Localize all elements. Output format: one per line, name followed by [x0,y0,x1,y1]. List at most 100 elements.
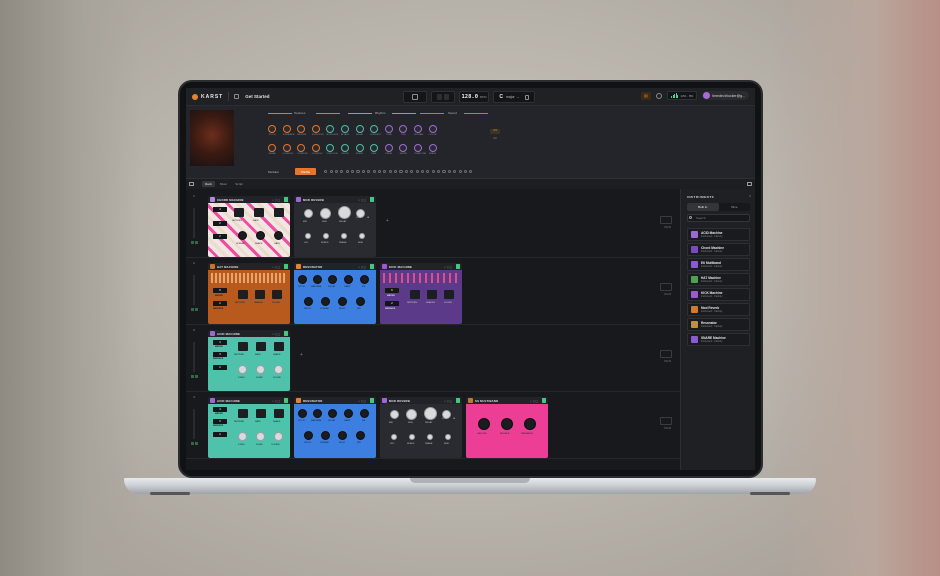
knob[interactable] [360,275,369,284]
knob[interactable] [445,434,451,440]
knob[interactable] [478,418,490,430]
pad-button[interactable] [272,290,282,299]
pad-button[interactable] [234,208,244,217]
list-item[interactable]: HAT Machine Instrument · Factory [687,272,750,286]
macro-knob[interactable]: MODULATE [326,125,338,136]
step-display[interactable]: 3 [213,419,227,424]
step-display[interactable]: 2 [385,301,399,306]
pad-button[interactable] [238,342,248,351]
segment-mine[interactable]: Mine [719,203,751,211]
pad-button[interactable] [427,290,437,299]
pad-button[interactable] [254,208,264,217]
tab-rack[interactable]: Rack [202,181,215,187]
device-acid-machine[interactable]: ACID MACHINE ⌂▯◻ 4 METER 3 REPEATS 2 PAT… [208,330,290,391]
knob[interactable] [328,275,337,284]
macro-knob[interactable]: OVERTONE [413,144,426,155]
device-power-toggle[interactable] [370,197,374,202]
macro-knob[interactable]: CONTOUR [326,144,337,155]
list-item[interactable]: Eti Multiband Instrument · Factory [687,257,750,271]
knob[interactable] [323,233,329,239]
pad-button[interactable] [410,290,420,299]
knob[interactable] [328,409,337,418]
device-actions-icon[interactable]: ⌂▯◻ [358,198,367,202]
grid-view-button[interactable]: ▤ [640,91,651,100]
knob[interactable] [238,365,247,374]
device-acid-machine[interactable]: ACID MACHINE ⌂▯◻ 4 METER 3 REPEATS 2 PAT… [208,397,290,458]
device-actions-icon[interactable]: ⌂▯◻ [444,265,453,269]
knob[interactable] [424,407,437,420]
list-item[interactable]: Resonator Instrument · Factory [687,317,750,331]
knob[interactable] [238,231,247,240]
step-display[interactable]: 3 [213,352,227,357]
user-menu[interactable]: timedev.blocker@g... [702,91,749,100]
macro-knob[interactable]: ENTROPHY [311,125,324,136]
track-mini-buttons[interactable] [188,241,200,244]
pad-button[interactable] [256,342,266,351]
track-output-button[interactable] [660,216,672,224]
shuffle-button[interactable]: Shuffle [294,168,317,175]
knob[interactable] [274,365,283,374]
play-button[interactable] [444,94,449,100]
device-power-toggle[interactable] [456,398,460,403]
app-logo[interactable]: KARST [192,93,223,100]
device-power-toggle[interactable] [370,264,374,269]
macro-knob[interactable]: GROW [340,144,349,155]
close-icon[interactable]: × [749,194,751,198]
knob[interactable] [256,365,265,374]
device-actions-icon[interactable]: ⌂▯◻ [272,332,281,336]
gear-icon[interactable] [655,92,662,99]
track-mini-buttons[interactable] [188,442,200,445]
segment-built-in[interactable]: Built In [687,203,719,211]
lock-icon[interactable] [524,94,529,100]
macro-knob[interactable]: COLOR [428,125,437,136]
project-title[interactable]: Get Started [245,94,269,99]
knob[interactable] [321,431,330,440]
knob[interactable] [409,434,415,440]
track-output-button[interactable] [660,417,672,425]
knob[interactable] [313,409,322,418]
macro-knob[interactable]: COMPLEX [311,144,322,155]
knob[interactable] [427,434,433,440]
knob[interactable] [344,275,353,284]
pad-button[interactable] [256,409,266,418]
macro-knob[interactable]: SCRAMBLE [282,125,295,136]
step-display[interactable]: 2 [213,234,227,239]
macro-badge[interactable]: 1/4 [490,129,500,134]
panel-toggle-icon[interactable] [747,182,752,186]
list-item[interactable]: SNARE Machine Instrument · Factory [687,332,750,346]
macro-knob[interactable]: SPACE [428,144,437,155]
pad-button[interactable] [274,208,284,217]
device-kick-machine[interactable]: KICK MACHINE ⌂▯◻ 6 METER 2 REPEATS PATTE… [380,263,462,324]
step-display[interactable]: 4 [213,207,227,212]
knob[interactable] [391,434,397,440]
knob[interactable] [274,231,283,240]
macro-knob[interactable]: REVERB [297,125,306,136]
knob[interactable] [501,418,513,430]
list-item[interactable]: Mod Reverb Instrument · Factory [687,302,750,316]
device-actions-icon[interactable]: ⌂▯◻ [530,399,539,403]
device-hat-machine[interactable]: HAT MACHINE ⌂▯◻ 6 METER 2 REPEATS PATTER… [208,263,290,324]
step-display[interactable]: 6 [385,288,399,293]
device-actions-icon[interactable]: ⌂▯◻ [444,399,453,403]
step-display[interactable]: 2 [213,365,227,370]
pad-button[interactable] [238,290,248,299]
knob[interactable] [274,432,283,441]
list-item[interactable]: ACID Machine Instrument · Factory [687,228,750,241]
add-device-icon[interactable]: + [386,218,389,224]
macro-knob[interactable]: DRIVE [384,144,393,155]
step-display[interactable]: 4 [213,340,227,345]
key-selector[interactable]: C major ⌄ [493,91,535,103]
knob[interactable] [304,209,313,218]
pad-button[interactable] [274,409,284,418]
knob[interactable] [344,409,353,418]
knob[interactable] [321,297,330,306]
knob[interactable] [356,431,365,440]
tab-mixer[interactable]: Mixer [217,181,230,187]
device-mod-reverb[interactable]: MOD REVERB ⌂▯◻ MIX SIZE DECAY LOW HI LFO… [380,397,462,458]
device-actions-icon[interactable]: ⌂▯◻ [272,198,281,202]
device-power-toggle[interactable] [370,398,374,403]
step-display[interactable]: 4 [213,407,227,412]
bpm-display[interactable]: 128.0 BPM [459,91,489,103]
list-item[interactable]: Chord Machine Instrument · Factory [687,242,750,256]
macro-knob[interactable]: COMPLEX [282,144,293,155]
